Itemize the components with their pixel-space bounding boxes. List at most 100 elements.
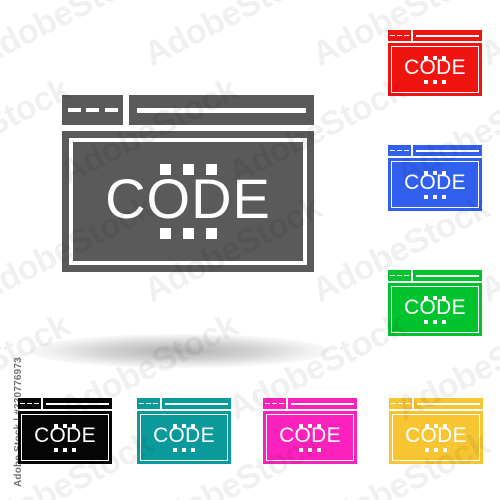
code-dot <box>424 194 429 199</box>
titlebar-right-segment <box>413 270 482 282</box>
code-label-text: CODE <box>105 167 271 231</box>
titlebar-dash <box>390 34 395 37</box>
code-window-icon-blue[interactable]: CODE <box>388 145 482 211</box>
code-dot <box>425 447 430 452</box>
titlebar-right-segment <box>43 398 112 410</box>
titlebar-address-line <box>137 107 306 113</box>
titlebar-dash <box>139 402 144 405</box>
code-window-icon-magenta[interactable]: CODE <box>263 398 357 464</box>
titlebar-dash <box>396 34 402 37</box>
titlebar-dash <box>20 402 25 405</box>
code-dot <box>432 194 438 199</box>
code-label-text: CODE <box>404 171 466 195</box>
browser-window-glyph: CODE <box>389 398 483 464</box>
titlebar-left-segment <box>388 270 411 282</box>
titlebar-dash <box>403 274 409 277</box>
titlebar-dash <box>403 149 409 152</box>
adobe-stock-tile-watermark: AdobeStock <box>0 0 160 74</box>
browser-window-glyph: CODE <box>388 30 482 96</box>
titlebar-dash <box>145 402 151 405</box>
code-dot <box>432 319 438 324</box>
titlebar-address-line <box>415 34 479 37</box>
titlebar-dash <box>152 402 158 405</box>
titlebar-dash <box>26 402 32 405</box>
code-dot <box>424 79 429 84</box>
code-label-text: CODE <box>404 56 466 80</box>
code-dots-bottom-row <box>388 79 482 84</box>
titlebar-left-segment <box>137 398 160 410</box>
code-dot <box>442 447 447 452</box>
titlebar-right-segment <box>129 95 314 125</box>
code-window-icon-yellow[interactable]: CODE <box>389 398 483 464</box>
titlebar-address-line <box>416 402 480 405</box>
titlebar-dash <box>86 107 99 113</box>
icon-sheet-canvas: CODE CODE CODE CODE CODE CODE CODE CODE AdobeSt… <box>0 0 500 500</box>
code-window-icon-teal[interactable]: CODE <box>137 398 231 464</box>
titlebar-right-segment <box>162 398 231 410</box>
code-dot <box>441 194 446 199</box>
hero-drop-shadow <box>30 334 330 368</box>
code-dot <box>432 79 438 84</box>
code-dot <box>433 447 439 452</box>
code-dots-bottom-row <box>388 319 482 324</box>
window-body-panel: CODE <box>388 283 482 336</box>
code-dot <box>54 447 59 452</box>
titlebar-dash <box>390 274 395 277</box>
titlebar-dash <box>265 402 270 405</box>
code-label-text: CODE <box>405 424 467 448</box>
window-body-panel: CODE <box>388 158 482 211</box>
window-body-panel: CODE <box>137 411 231 464</box>
titlebar-address-line <box>415 274 479 277</box>
code-dot <box>299 447 304 452</box>
code-dot <box>71 447 76 452</box>
titlebar-dash <box>404 402 410 405</box>
code-dot <box>424 319 429 324</box>
titlebar-right-segment <box>413 30 482 42</box>
titlebar-dash <box>390 149 395 152</box>
browser-window-glyph: CODE <box>18 398 112 464</box>
browser-window-glyph: CODE <box>263 398 357 464</box>
titlebar-address-line <box>164 402 228 405</box>
code-dot <box>441 319 446 324</box>
titlebar-dash <box>104 107 118 113</box>
code-dot <box>441 79 446 84</box>
code-dots-bottom-row <box>18 447 112 452</box>
code-dots-bottom-row <box>137 447 231 452</box>
code-window-icon-gray[interactable]: CODE <box>62 95 314 272</box>
titlebar-right-segment <box>413 145 482 157</box>
titlebar-left-segment <box>263 398 286 410</box>
titlebar-address-line <box>415 149 479 152</box>
titlebar-left-segment <box>18 398 41 410</box>
titlebar-dash <box>391 402 396 405</box>
titlebar-dash <box>67 107 81 113</box>
code-window-icon-black[interactable]: CODE <box>18 398 112 464</box>
code-dot <box>62 447 68 452</box>
titlebar-left-segment <box>388 145 411 157</box>
titlebar-dash <box>271 402 277 405</box>
titlebar-left-segment <box>388 30 411 42</box>
code-window-icon-green[interactable]: CODE <box>388 270 482 336</box>
titlebar-address-line <box>290 402 354 405</box>
code-label-text: CODE <box>404 296 466 320</box>
window-body-panel: CODE <box>263 411 357 464</box>
code-label-text: CODE <box>279 424 341 448</box>
browser-window-glyph: CODE <box>137 398 231 464</box>
code-dots-bottom-row <box>263 447 357 452</box>
titlebar-dash <box>403 34 409 37</box>
code-window-icon-red[interactable]: CODE <box>388 30 482 96</box>
window-body-panel: CODE <box>388 43 482 96</box>
code-dot <box>307 447 313 452</box>
code-dot <box>173 447 178 452</box>
titlebar-left-segment <box>62 95 123 125</box>
browser-window-glyph: CODE <box>62 95 314 272</box>
titlebar-right-segment <box>414 398 483 410</box>
code-dot <box>190 447 195 452</box>
window-body-panel: CODE <box>62 131 314 272</box>
window-body-panel: CODE <box>389 411 483 464</box>
window-body-panel: CODE <box>18 411 112 464</box>
titlebar-dash <box>278 402 284 405</box>
titlebar-right-segment <box>288 398 357 410</box>
code-label-text: CODE <box>153 424 215 448</box>
browser-window-glyph: CODE <box>388 145 482 211</box>
titlebar-dash <box>396 149 402 152</box>
